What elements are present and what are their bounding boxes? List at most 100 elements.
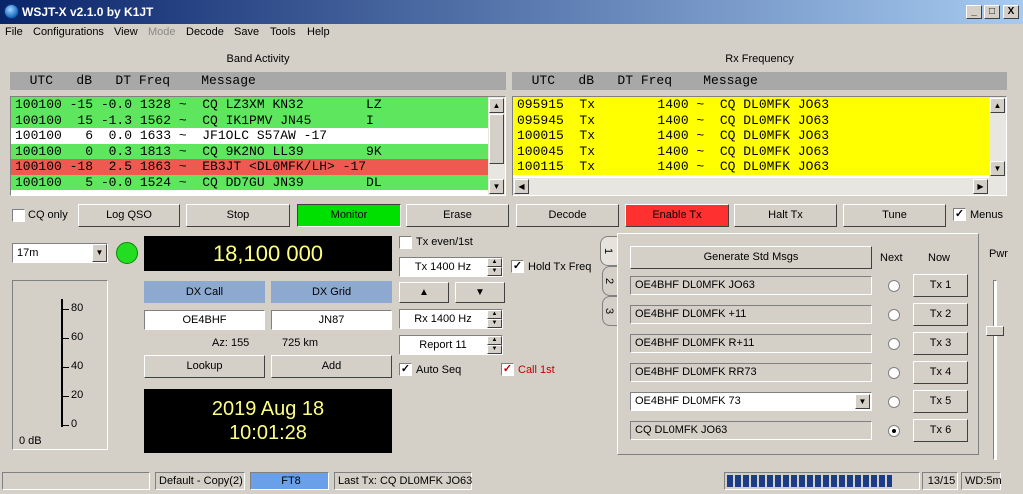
menu-decode[interactable]: Decode (186, 26, 224, 38)
band-value: 17m (17, 247, 39, 259)
tx4-now-button[interactable]: Tx 4 (913, 361, 968, 384)
tx2-message-field[interactable]: OE4BHF DL0MFK +11 (630, 305, 872, 324)
scroll-thumb[interactable] (489, 114, 504, 164)
pwr-slider-track[interactable] (993, 280, 997, 460)
rx-frequency-row[interactable]: 095915 Tx 1400 ~ CQ DL0MFK JO63 (513, 97, 989, 113)
hold-tx-freq-checkbox[interactable]: ✓ (511, 260, 524, 273)
chevron-down-icon[interactable]: ▼ (855, 394, 870, 409)
scroll-up-icon[interactable]: ▲ (489, 98, 504, 113)
meter-tick (63, 367, 69, 368)
band-activity-scrollbar[interactable]: ▲ ▼ (488, 97, 505, 195)
menu-help[interactable]: Help (307, 26, 330, 38)
tx1-message-field[interactable]: OE4BHF DL0MFK JO63 (630, 276, 872, 295)
tx4-next-radio[interactable] (888, 367, 900, 379)
tx3-message-field[interactable]: OE4BHF DL0MFK R+11 (630, 334, 872, 353)
dx-call-input[interactable]: OE4BHF (144, 310, 265, 330)
report-spinbox[interactable]: Report 11 ▲ ▼ (399, 335, 503, 355)
tx2-next-radio[interactable] (888, 309, 900, 321)
freq-up-button[interactable]: ▲ (399, 282, 449, 303)
rx-frequency-row[interactable]: 100115 Tx 1400 ~ CQ DL0MFK JO63 (513, 159, 989, 175)
tx-freq-spinbox[interactable]: Tx 1400 Hz ▲ ▼ (399, 257, 503, 277)
lookup-button[interactable]: Lookup (144, 355, 265, 378)
band-select[interactable]: 17m ▼ (12, 243, 108, 263)
band-activity-row[interactable]: 100100 -18 2.5 1863 ~ EB3JT <DL0MFK/LH> … (11, 159, 488, 175)
scroll-up-icon[interactable]: ▲ (990, 98, 1005, 113)
rx-frequency-vscrollbar[interactable]: ▲ ▼ (989, 97, 1006, 178)
rx-frequency-row[interactable]: 100015 Tx 1400 ~ CQ DL0MFK JO63 (513, 128, 989, 144)
tune-button[interactable]: Tune (843, 204, 946, 227)
band-activity-row[interactable]: 100100 5 -0.0 1524 ~ CQ DD7GU JN39 DL (11, 174, 488, 190)
menu-save[interactable]: Save (234, 26, 259, 38)
cq-only-label: CQ only (28, 209, 68, 221)
tab-1[interactable]: 1 (600, 236, 617, 266)
log-qso-button[interactable]: Log QSO (78, 204, 180, 227)
tab-3[interactable]: 3 (602, 296, 617, 326)
menu-configurations[interactable]: Configurations (33, 26, 104, 38)
band-activity-list[interactable]: 100100 -15 -0.0 1328 ~ CQ LZ3XM KN32 LZ 1… (10, 96, 506, 196)
auto-seq-label: Auto Seq (416, 364, 462, 376)
tx6-message-text: CQ DL0MFK JO63 (635, 424, 728, 436)
menu-mode[interactable]: Mode (148, 26, 176, 38)
band-activity-row[interactable]: 100100 -15 -0.0 1328 ~ CQ LZ3XM KN32 LZ (11, 97, 488, 113)
band-activity-row[interactable]: 100100 6 0.0 1633 ~ JF1OLC S57AW -17 (11, 128, 488, 144)
enable-tx-button[interactable]: Enable Tx (625, 204, 729, 227)
menus-checkbox[interactable]: ✓ (953, 208, 966, 221)
tx1-now-button[interactable]: Tx 1 (913, 274, 968, 297)
spin-up-icon[interactable]: ▲ (487, 258, 502, 267)
cq-only-checkbox[interactable] (12, 209, 25, 222)
call-1st-checkbox[interactable]: ✓ (501, 363, 514, 376)
halt-tx-button[interactable]: Halt Tx (734, 204, 837, 227)
tab-2[interactable]: 2 (602, 266, 617, 296)
minimize-button[interactable]: _ (966, 5, 982, 19)
band-activity-row[interactable]: 100100 15 -1.3 1562 ~ CQ IK1PMV JN45 I (11, 112, 488, 128)
tx-even-label: Tx even/1st (416, 236, 473, 248)
tx3-now-button[interactable]: Tx 3 (913, 332, 968, 355)
auto-seq-checkbox[interactable]: ✓ (399, 363, 412, 376)
tx5-message-field[interactable]: OE4BHF DL0MFK 73 ▼ (630, 392, 872, 411)
tx2-now-button[interactable]: Tx 2 (913, 303, 968, 326)
band-activity-header: UTC dB DT Freq Message (10, 72, 506, 90)
pwr-slider-handle[interactable] (986, 326, 1004, 336)
tx5-now-button[interactable]: Tx 5 (913, 390, 968, 413)
spin-up-icon[interactable]: ▲ (487, 336, 502, 345)
spin-down-icon[interactable]: ▼ (487, 267, 502, 276)
rx-frequency-row[interactable]: 095945 Tx 1400 ~ CQ DL0MFK JO63 (513, 112, 989, 128)
dx-grid-input[interactable]: JN87 (271, 310, 392, 330)
tx-even-checkbox[interactable] (399, 236, 412, 249)
spin-up-icon[interactable]: ▲ (487, 310, 502, 319)
tx6-next-radio[interactable] (888, 425, 900, 437)
tx6-now-button[interactable]: Tx 6 (913, 419, 968, 442)
scroll-down-icon[interactable]: ▼ (489, 179, 504, 194)
band-activity-row[interactable]: 100100 0 0.3 1813 ~ CQ 9K2NO LL39 9K (11, 143, 488, 159)
tx6-message-field[interactable]: CQ DL0MFK JO63 (630, 421, 872, 440)
tx4-message-field[interactable]: OE4BHF DL0MFK RR73 (630, 363, 872, 382)
menu-view[interactable]: View (114, 26, 138, 38)
menu-file[interactable]: File (5, 26, 23, 38)
chevron-down-icon[interactable]: ▼ (92, 244, 107, 262)
generate-std-msgs-button[interactable]: Generate Std Msgs (630, 246, 872, 269)
rx-frequency-hscrollbar[interactable]: ◀ ▶ (513, 178, 1006, 195)
spin-down-icon[interactable]: ▼ (487, 345, 502, 354)
add-button[interactable]: Add (271, 355, 392, 378)
menus-label: Menus (970, 209, 1004, 221)
stop-button[interactable]: Stop (186, 204, 290, 227)
rx-frequency-list[interactable]: 095915 Tx 1400 ~ CQ DL0MFK JO63 095945 Tx… (512, 96, 1007, 196)
scroll-down-icon[interactable]: ▼ (990, 161, 1005, 176)
spin-down-icon[interactable]: ▼ (487, 319, 502, 328)
maximize-button[interactable]: □ (984, 5, 1000, 19)
scroll-left-icon[interactable]: ◀ (514, 179, 529, 194)
meter-readout: 0 dB (19, 435, 42, 447)
close-button[interactable]: X (1003, 5, 1019, 19)
freq-down-button[interactable]: ▼ (455, 282, 505, 303)
tx3-next-radio[interactable] (888, 338, 900, 350)
tx1-next-radio[interactable] (888, 280, 900, 292)
menu-tools[interactable]: Tools (270, 26, 296, 38)
rx-frequency-row[interactable]: 100045 Tx 1400 ~ CQ DL0MFK JO63 (513, 143, 989, 159)
scroll-right-icon[interactable]: ▶ (973, 179, 988, 194)
distance-text: 725 km (282, 337, 319, 349)
tx5-next-radio[interactable] (888, 396, 900, 408)
monitor-button[interactable]: Monitor (297, 204, 401, 227)
rx-freq-spinbox[interactable]: Rx 1400 Hz ▲ ▼ (399, 309, 503, 329)
decode-button[interactable]: Decode (516, 204, 619, 227)
erase-button[interactable]: Erase (406, 204, 509, 227)
